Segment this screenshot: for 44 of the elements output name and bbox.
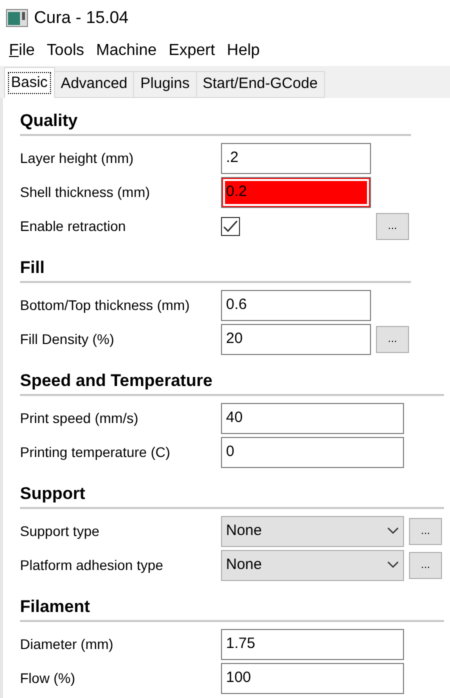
setting-label: Fill Density (%) [20, 330, 116, 349]
text-field[interactable]: 0.2 [221, 176, 371, 208]
section-heading: Fill [20, 257, 411, 283]
text-field[interactable]: 20 [221, 324, 371, 354]
window-title: Cura - 15.04 [34, 7, 128, 30]
dropdown[interactable]: None [221, 550, 404, 580]
menu-item[interactable]: Machine [91, 39, 162, 63]
section-heading: Support [20, 483, 444, 509]
setting-label: Shell thickness (mm) [20, 182, 151, 202]
options-button[interactable]: ... [409, 552, 442, 578]
setting-label: Bottom/Top thickness (mm) [20, 296, 191, 315]
options-button[interactable]: ... [409, 518, 442, 544]
setting-label: Printing temperature (C) [20, 442, 172, 462]
options-button[interactable]: ... [376, 326, 409, 352]
text-field[interactable]: 40 [221, 402, 404, 434]
section-heading: Quality [20, 110, 411, 136]
text-field[interactable]: 100 [221, 662, 404, 694]
section-heading: Speed and Temperature [20, 370, 444, 396]
options-button[interactable]: ... [376, 212, 409, 240]
chevron-down-icon [387, 561, 399, 569]
setting-label: Diameter (mm) [20, 634, 114, 654]
tab[interactable]: Plugins [133, 71, 197, 98]
tab[interactable]: Basic [4, 67, 55, 98]
menu-item[interactable]: File [4, 39, 40, 63]
setting-label: Support type [20, 522, 100, 541]
section-heading: Filament [20, 596, 444, 622]
setting-label: Layer height (mm) [20, 148, 135, 168]
menu-item[interactable]: Tools [42, 39, 90, 63]
tab[interactable]: Advanced [54, 71, 134, 98]
tab[interactable]: Start/End-GCode [196, 71, 325, 98]
text-field[interactable]: 0.6 [221, 290, 371, 320]
setting-label: Enable retraction [20, 216, 127, 236]
setting-label: Platform adhesion type [20, 556, 164, 575]
text-field[interactable]: .2 [221, 142, 371, 174]
chevron-down-icon [387, 527, 399, 535]
app-icon [6, 9, 28, 27]
dropdown[interactable]: None [221, 516, 404, 546]
menu-item[interactable]: Help [222, 39, 265, 63]
setting-label: Flow (%) [20, 668, 76, 688]
menu-item[interactable]: Expert [164, 39, 220, 63]
text-field[interactable]: 0 [221, 436, 404, 468]
text-field[interactable]: 1.75 [221, 628, 404, 660]
setting-label: Print speed (mm/s) [20, 408, 140, 428]
checkbox[interactable] [221, 216, 240, 236]
